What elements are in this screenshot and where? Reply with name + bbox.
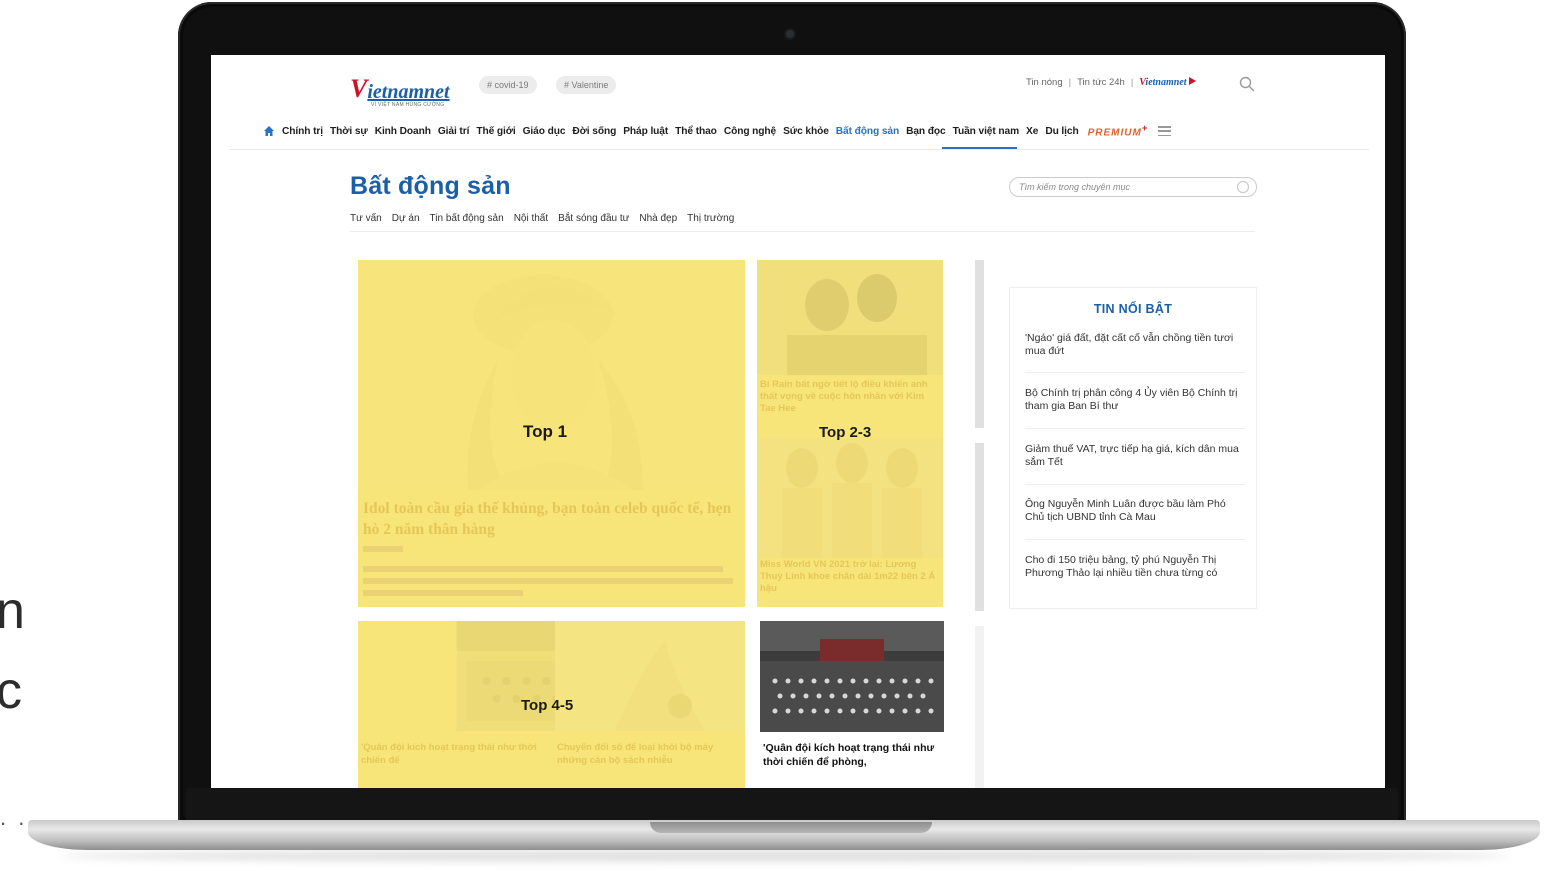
- top-2-3-label: Top 2-3: [819, 424, 872, 441]
- divider: [1025, 428, 1245, 429]
- nav-item-cong-nghe[interactable]: Công nghệ: [724, 126, 776, 137]
- nav-item-giao-duc[interactable]: Giáo dục: [523, 126, 566, 137]
- menu-icon[interactable]: [1158, 126, 1172, 136]
- vietnamnet-logo[interactable]: Vietnamnet: [350, 72, 450, 103]
- scrollbar-track[interactable]: [975, 626, 984, 788]
- page-title: Bất động sản: [350, 172, 511, 200]
- nav-item-bat-dong-san[interactable]: Bất động sản: [836, 126, 899, 137]
- nav-item-du-lich[interactable]: Du lịch: [1045, 126, 1078, 137]
- cropped-slide-ellipsis: . .: [0, 805, 28, 830]
- top-1-label: Top 1: [523, 422, 568, 441]
- premium-link[interactable]: PREMIUM+: [1088, 123, 1149, 138]
- laptop-bottom-bezel: [186, 788, 1398, 822]
- news-headline[interactable]: 'Quân đội kích hoạt trạng thái như thời …: [763, 741, 953, 769]
- top-1-summary: [363, 566, 723, 572]
- news-photo: [760, 621, 944, 732]
- sub-menu: Tư vấn Dự án Tin bất động sản Nội thất B…: [350, 213, 734, 224]
- nav-item-doi-song[interactable]: Đời sống: [572, 126, 616, 137]
- top-2-3-card[interactable]: Top 2-3 Bi Rain bất ngờ tiết lộ điều khi…: [757, 260, 943, 607]
- top-1-summary: [363, 578, 733, 584]
- logo-slogan: VÌ VIỆT NAM HÙNG CƯỜNG: [371, 102, 445, 108]
- nav-item-the-gioi[interactable]: Thế giới: [476, 126, 515, 137]
- sub-menu-nha-dep[interactable]: Nhà đẹp: [639, 213, 677, 224]
- tag-covid[interactable]: # covid-19: [479, 76, 537, 94]
- divider: [1025, 372, 1245, 373]
- tag-valentine[interactable]: # Valentine: [556, 76, 617, 94]
- sub-menu-noi-that[interactable]: Nội thất: [514, 213, 548, 224]
- sub-menu-thi-truong[interactable]: Thị trường: [687, 213, 734, 224]
- nav-item-kinh-doanh[interactable]: Kinh Doanh: [375, 126, 431, 137]
- divider: [1025, 484, 1245, 485]
- news-card[interactable]: [760, 621, 944, 732]
- top-1-headline[interactable]: Idol toàn cầu gia thế khủng, bạn toàn ce…: [363, 498, 738, 540]
- link-tin-tuc-24h[interactable]: Tin tức 24h: [1077, 77, 1125, 88]
- sidebar-news-item[interactable]: Bộ Chính trị phân công 4 Ủy viên Bộ Chín…: [1025, 387, 1245, 412]
- nav-item-chinh-tri[interactable]: Chính trị: [282, 126, 323, 137]
- top-2-headline[interactable]: Bi Rain bất ngờ tiết lộ điều khiến anh t…: [760, 379, 940, 415]
- cropped-slide-text: n: [0, 582, 25, 640]
- sidebar-news-item[interactable]: 'Ngáo' giá đất, đặt cất cố vẫn chồng tiề…: [1025, 332, 1245, 357]
- top-1-meta: [363, 546, 403, 552]
- scrollbar-track[interactable]: [975, 260, 984, 428]
- search-icon[interactable]: [1239, 76, 1255, 92]
- scrollbar-track[interactable]: [975, 443, 984, 611]
- sub-menu-tu-van[interactable]: Tư vấn: [350, 213, 382, 224]
- sub-menu-bat-song[interactable]: Bắt sóng đầu tư: [558, 213, 629, 224]
- sub-menu-divider: [350, 231, 1255, 232]
- laptop-screen: Vietnamnet VÌ VIỆT NAM HÙNG CƯỜNG # covi…: [211, 55, 1385, 788]
- nav-item-suc-khoe[interactable]: Sức khỏe: [783, 126, 829, 137]
- home-icon[interactable]: [263, 125, 275, 137]
- top-1-card[interactable]: Top 1 Idol toàn cầu gia thế khủng, bạn t…: [358, 260, 745, 607]
- category-search-input[interactable]: Tìm kiếm trong chuyên mục: [1009, 177, 1257, 197]
- play-icon: [1188, 77, 1196, 85]
- link-tin-nong[interactable]: Tin nóng: [1026, 77, 1063, 88]
- sidebar-news-item[interactable]: Cho đi 150 triệu bảng, tỷ phú Nguyễn Thị…: [1025, 554, 1245, 579]
- laptop-notch: [650, 822, 932, 833]
- nav-item-tuan-viet-nam[interactable]: Tuần việt nam: [953, 126, 1020, 137]
- nav-item-phap-luat[interactable]: Pháp luật: [623, 126, 668, 137]
- nav-item-xe[interactable]: Xe: [1026, 126, 1038, 137]
- top-4-5-card[interactable]: Top 4-5 'Quân đội kích hoạt trạng thái n…: [358, 621, 745, 788]
- top-5-headline[interactable]: Chuyển đổi số để loại khỏi bộ máy những …: [557, 742, 742, 767]
- main-nav: Chính trị Thời sự Kinh Doanh Giải trí Th…: [263, 123, 1172, 139]
- nav-item-giai-tri[interactable]: Giải trí: [438, 126, 470, 137]
- cropped-slide-text: c: [0, 662, 22, 720]
- sidebar-title: TIN NỔI BẬT: [1093, 302, 1173, 316]
- nav-item-the-thao[interactable]: Thể thao: [675, 126, 717, 137]
- search-icon[interactable]: [1236, 180, 1250, 194]
- nav-item-thoi-su[interactable]: Thời sự: [330, 126, 368, 137]
- top-1-summary: [363, 590, 523, 596]
- top-4-5-label: Top 4-5: [521, 697, 574, 714]
- divider: [1025, 539, 1245, 540]
- divider: |: [1068, 77, 1072, 88]
- top-links: Tin nóng | Tin tức 24h | Vietnamnet: [1026, 77, 1196, 88]
- nav-item-ban-doc[interactable]: Bạn đọc: [906, 126, 946, 137]
- top-4-headline[interactable]: 'Quân đội kích hoạt trạng thái như thời …: [361, 742, 541, 767]
- sidebar-news-item[interactable]: Ông Nguyễn Minh Luân được bầu làm Phó Ch…: [1025, 498, 1245, 523]
- featured-news-sidebar: TIN NỔI BẬT 'Ngáo' giá đất, đặt cất cố v…: [1009, 287, 1257, 609]
- laptop-camera: [786, 30, 794, 38]
- vietnamnet-tv-logo[interactable]: Vietnamnet: [1139, 77, 1196, 88]
- header-divider: [229, 149, 1369, 150]
- divider: |: [1130, 77, 1134, 88]
- sub-menu-tin-bds[interactable]: Tin bất động sản: [430, 213, 504, 224]
- slide-stage: n c . . Vietnamnet VÌ VIỆT NAM HÙNG CƯỜN…: [0, 0, 1553, 871]
- top-3-headline[interactable]: Miss World VN 2021 trở lại: Lương Thuỳ L…: [760, 559, 940, 595]
- sidebar-news-item[interactable]: Giảm thuế VAT, trực tiếp hạ giá, kích dâ…: [1025, 443, 1245, 468]
- sub-menu-du-an[interactable]: Dự án: [392, 213, 420, 224]
- laptop-shadow: [60, 850, 1510, 862]
